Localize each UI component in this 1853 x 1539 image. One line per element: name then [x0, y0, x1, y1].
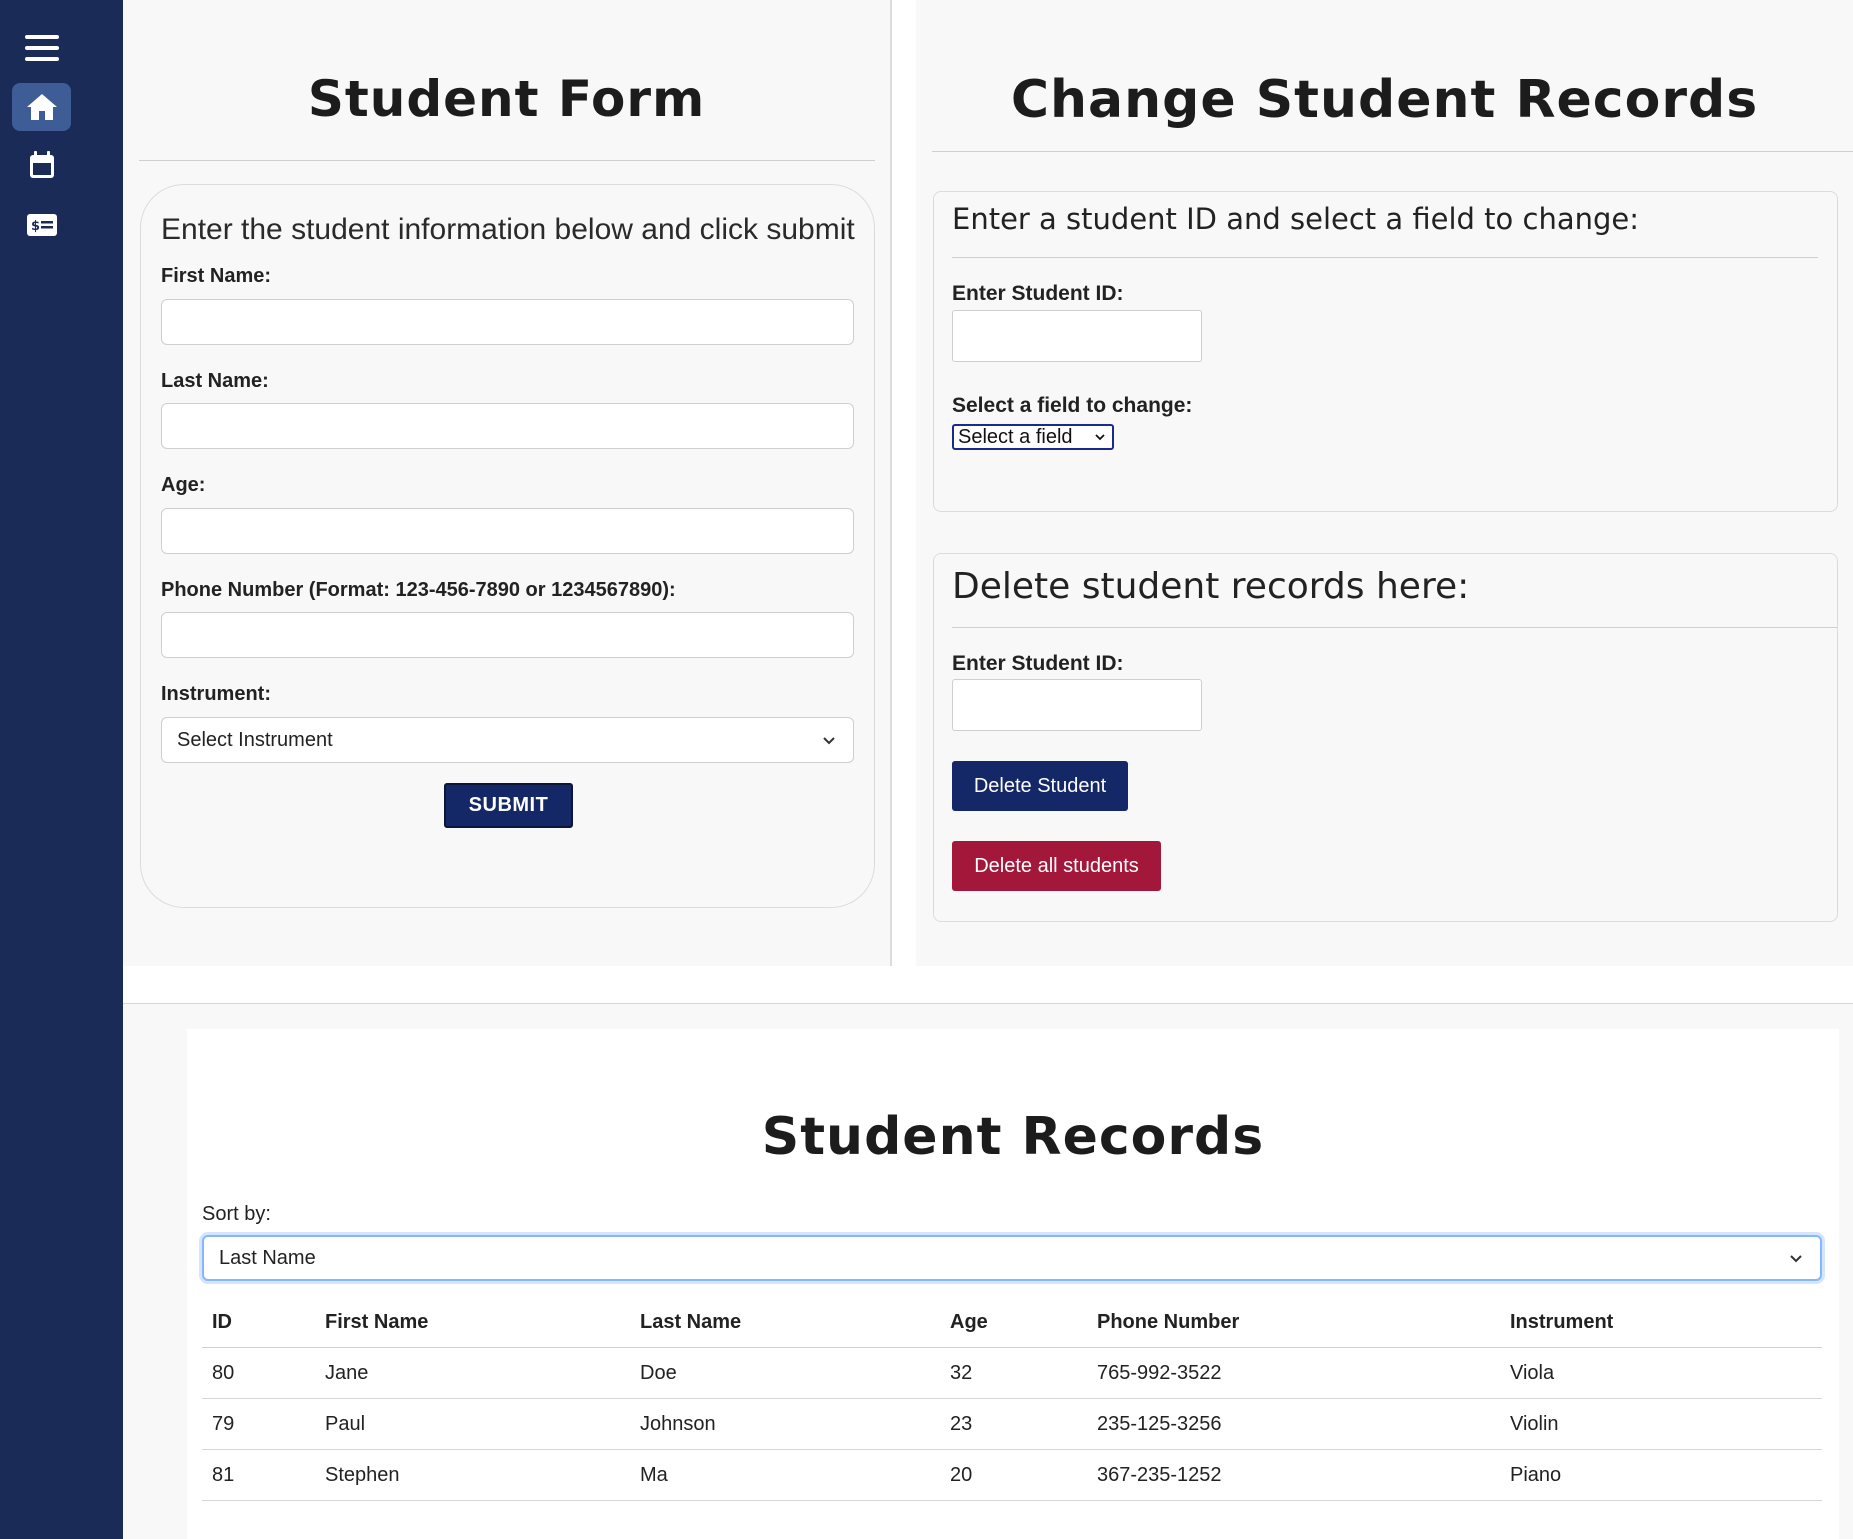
menu-button[interactable]	[12, 24, 71, 72]
change-field-panel: Enter a student ID and select a field to…	[933, 191, 1838, 512]
title-divider	[932, 151, 1853, 152]
cell-last-name: Johnson	[630, 1398, 940, 1450]
phone-label: Phone Number (Format: 123-456-7890 or 12…	[161, 579, 676, 601]
cell-phone: 367-235-1252	[1087, 1449, 1500, 1501]
student-records-section: Student Records Sort by: Last Name ID Fi…	[123, 1004, 1853, 1539]
sidebar-item-payments[interactable]: $	[12, 201, 71, 249]
last-name-input[interactable]	[161, 403, 854, 449]
student-form-card: Enter the student information below and …	[140, 184, 875, 908]
chevron-down-icon	[1095, 434, 1105, 441]
delete-panel: Delete student records here: Enter Stude…	[933, 553, 1838, 922]
field-to-change-label: Select a field to change:	[952, 394, 1193, 417]
home-icon	[26, 94, 57, 120]
svg-text:$: $	[31, 219, 40, 234]
title-divider	[139, 160, 875, 161]
submit-button[interactable]: SUBMIT	[444, 783, 573, 828]
delete-student-id-input[interactable]	[952, 679, 1202, 731]
cell-age: 23	[940, 1398, 1087, 1450]
form-intro-text: Enter the student information below and …	[161, 213, 855, 246]
delete-all-students-button[interactable]: Delete all students	[952, 841, 1161, 891]
column-header-instrument: Instrument	[1500, 1297, 1822, 1348]
menu-icon	[24, 35, 59, 61]
student-form-title: Student Form	[307, 70, 706, 128]
sort-by-label: Sort by:	[202, 1203, 271, 1225]
payment-card-icon: $	[26, 214, 57, 236]
change-student-id-label: Enter Student ID:	[952, 282, 1124, 305]
panel-divider	[952, 627, 1837, 628]
table-row: 79 Paul Johnson 23 235-125-3256 Violin	[202, 1398, 1822, 1450]
age-input[interactable]	[161, 508, 854, 554]
delete-panel-heading: Delete student records here:	[952, 566, 1470, 607]
change-panel-heading: Enter a student ID and select a field to…	[952, 202, 1639, 236]
last-name-label: Last Name:	[161, 370, 269, 392]
cell-instrument: Viola	[1500, 1347, 1822, 1399]
cell-first-name: Paul	[315, 1398, 630, 1450]
first-name-label: First Name:	[161, 265, 272, 287]
change-student-id-input[interactable]	[952, 310, 1202, 362]
student-records-table: ID First Name Last Name Age Phone Number…	[202, 1297, 1822, 1501]
sidebar-item-calendar[interactable]	[12, 141, 71, 189]
column-header-last-name: Last Name	[630, 1297, 940, 1348]
panel-divider	[952, 257, 1818, 258]
table-row: 80 Jane Doe 32 765-992-3522 Viola	[202, 1347, 1822, 1399]
cell-instrument: Violin	[1500, 1398, 1822, 1450]
instrument-select[interactable]: Select Instrument	[161, 717, 854, 763]
sort-selected-value: Last Name	[219, 1247, 316, 1269]
cell-id: 79	[202, 1398, 315, 1450]
chevron-down-icon	[823, 737, 835, 745]
student-form-section: Student Form Enter the student informati…	[123, 0, 892, 966]
delete-student-id-label: Enter Student ID:	[952, 652, 1124, 675]
cell-instrument: Piano	[1500, 1449, 1822, 1501]
instrument-selected-value: Select Instrument	[177, 729, 333, 751]
cell-id: 80	[202, 1347, 315, 1399]
cell-last-name: Doe	[630, 1347, 940, 1399]
chevron-down-icon	[1790, 1255, 1802, 1263]
cell-first-name: Stephen	[315, 1449, 630, 1501]
cell-phone: 765-992-3522	[1087, 1347, 1500, 1399]
change-records-title: Change Student Records	[1010, 70, 1759, 130]
column-header-age: Age	[940, 1297, 1087, 1348]
phone-input[interactable]	[161, 612, 854, 658]
cell-id: 81	[202, 1449, 315, 1501]
sidebar-item-home[interactable]	[12, 83, 71, 131]
age-label: Age:	[161, 474, 206, 496]
field-to-change-select[interactable]: Select a field	[952, 424, 1114, 450]
field-selected-value: Select a field	[958, 426, 1073, 448]
calendar-icon	[29, 151, 54, 178]
cell-age: 20	[940, 1449, 1087, 1501]
table-row: 81 Stephen Ma 20 367-235-1252 Piano	[202, 1449, 1822, 1501]
student-records-title: Student Records	[761, 1107, 1265, 1167]
column-header-id: ID	[202, 1297, 315, 1348]
sort-by-select[interactable]: Last Name	[202, 1235, 1822, 1281]
table-header-row: ID First Name Last Name Age Phone Number…	[202, 1297, 1822, 1348]
student-records-card: Student Records Sort by: Last Name ID Fi…	[187, 1029, 1839, 1539]
column-header-phone: Phone Number	[1087, 1297, 1500, 1348]
sidebar: $	[0, 0, 123, 1539]
first-name-input[interactable]	[161, 299, 854, 345]
cell-age: 32	[940, 1347, 1087, 1399]
cell-last-name: Ma	[630, 1449, 940, 1501]
change-records-section: Change Student Records Enter a student I…	[916, 0, 1853, 966]
instrument-label: Instrument:	[161, 683, 271, 705]
cell-phone: 235-125-3256	[1087, 1398, 1500, 1450]
cell-first-name: Jane	[315, 1347, 630, 1399]
delete-student-button[interactable]: Delete Student	[952, 761, 1128, 811]
column-header-first-name: First Name	[315, 1297, 630, 1348]
